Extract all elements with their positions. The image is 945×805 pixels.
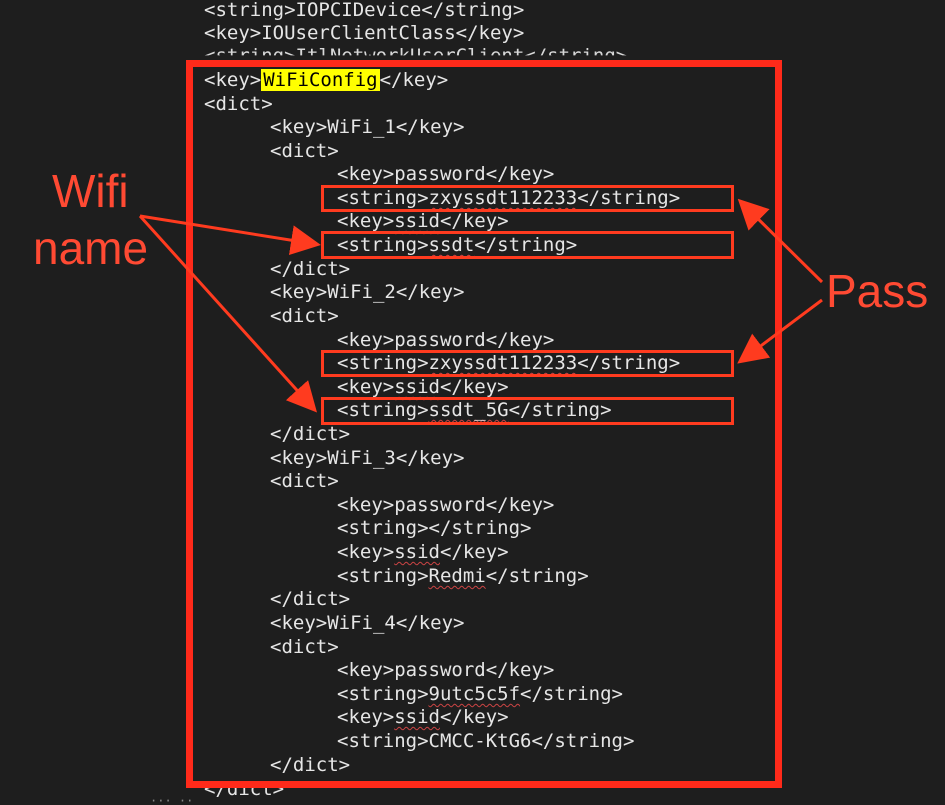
arrow-to-wifi2-password <box>737 298 823 364</box>
arrow-to-wifi1-ssid <box>139 214 321 256</box>
annotation-arrows <box>138 198 824 413</box>
editor-screenshot: <string>IOPCIDevice</string> <key>IOUser… <box>0 0 945 805</box>
arrow-to-wifi1-password <box>737 198 824 284</box>
arrow-to-wifi2-ssid <box>138 214 318 413</box>
